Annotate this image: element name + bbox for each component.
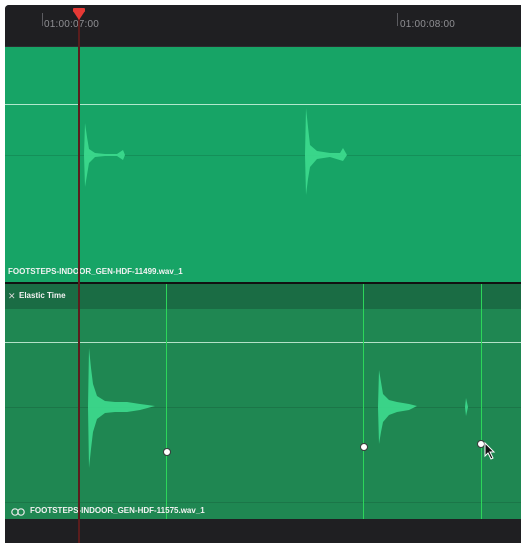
waveform-transient — [84, 123, 125, 187]
arrow-cursor-icon — [484, 442, 496, 460]
clip-name-row: FOOTSTEPS-INDOOR_GEN-HDF-11575.wav_1 — [8, 506, 205, 516]
timeline-bottom-bar — [5, 519, 521, 543]
waveform-transient — [88, 348, 155, 468]
ruler-tick — [42, 13, 43, 26]
timecode-label: 01:00:08:00 — [400, 19, 456, 30]
link-icon — [11, 508, 25, 516]
ruler-tick — [397, 13, 398, 26]
playhead-marker-icon[interactable] — [73, 11, 85, 20]
warp-handle[interactable] — [163, 448, 171, 456]
playhead-line[interactable] — [78, 15, 80, 543]
timeline-panel: 01:00:07:00 01:00:08:00 FOOTSTEPS-INDOOR… — [5, 5, 521, 543]
audio-clip-track-1[interactable]: FOOTSTEPS-INDOOR_GEN-HDF-11499.wav_1 — [5, 47, 521, 282]
clip-name: FOOTSTEPS-INDOOR_GEN-HDF-11575.wav_1 — [30, 506, 205, 515]
waveform — [84, 108, 347, 195]
waveform-transient — [378, 370, 417, 444]
clip-name: FOOTSTEPS-INDOOR_GEN-HDF-11499.wav_1 — [8, 267, 183, 276]
waveform-transient — [465, 398, 468, 416]
timecode-label: 01:00:07:00 — [44, 19, 100, 30]
waveform-transient — [305, 108, 347, 195]
audio-clip-track-2[interactable]: ✕ Elastic Time FOOTSTEPS-INDOOR_GEN-HDF-… — [5, 284, 521, 519]
waveform — [88, 348, 468, 468]
warp-handle[interactable] — [360, 443, 368, 451]
